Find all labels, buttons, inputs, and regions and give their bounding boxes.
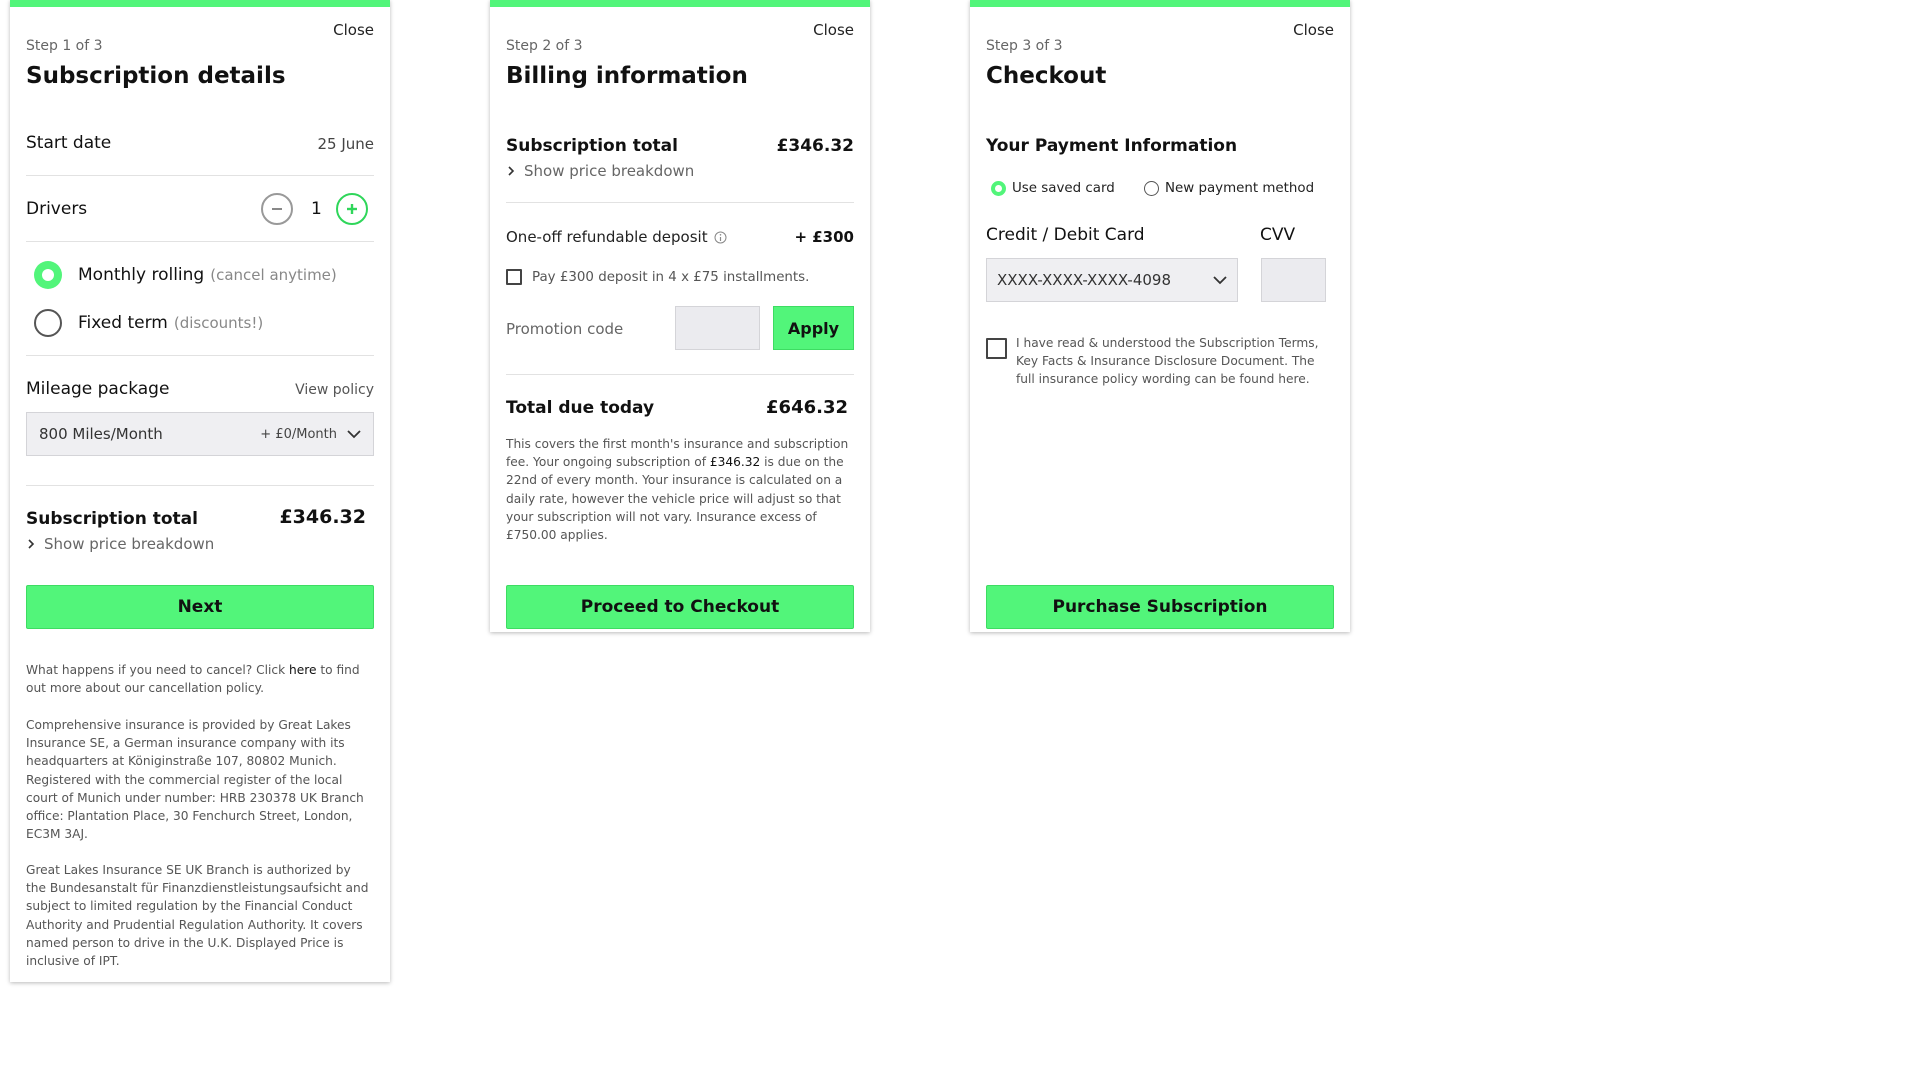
panel-title: Billing information — [506, 63, 748, 89]
price-breakdown-toggle[interactable]: Show price breakdown — [26, 535, 214, 553]
panel-accent-bar — [970, 0, 1350, 7]
close-button[interactable]: Close — [1293, 21, 1334, 39]
minus-icon — [272, 208, 282, 210]
drivers-count: 1 — [311, 199, 322, 219]
new-payment-method-option[interactable]: New payment method — [1144, 181, 1314, 196]
total-due-label: Total due today — [506, 398, 655, 418]
step-indicator: Step 2 of 3 — [506, 38, 583, 54]
radio-selected-icon[interactable] — [34, 261, 62, 289]
cancellation-link[interactable]: here — [289, 663, 316, 677]
radio-unselected-icon[interactable] — [1144, 181, 1159, 196]
subscription-total-label: Subscription total — [506, 136, 678, 156]
plan-option-note: (cancel anytime) — [210, 266, 337, 284]
proceed-to-checkout-button[interactable]: Proceed to Checkout — [506, 585, 854, 629]
card-label: Credit / Debit Card — [986, 225, 1145, 245]
mileage-price: + £0/Month — [260, 426, 337, 442]
chevron-right-icon — [508, 166, 515, 176]
panel-accent-bar — [490, 0, 870, 7]
cvv-label: CVV — [1260, 225, 1296, 245]
divider — [26, 241, 374, 242]
subscription-total-label: Subscription total — [26, 509, 198, 529]
price-breakdown-link: Show price breakdown — [44, 535, 215, 553]
card-value: XXXX-XXXX-XXXX-4098 — [997, 271, 1171, 289]
divider — [26, 175, 374, 176]
payment-info-heading: Your Payment Information — [986, 136, 1238, 156]
divider — [506, 202, 854, 203]
price-breakdown-toggle[interactable]: Show price breakdown — [506, 162, 694, 180]
drivers-label: Drivers — [26, 199, 88, 219]
deposit-row: One-off refundable deposit — [506, 228, 727, 246]
promo-code-input[interactable] — [675, 306, 760, 350]
view-policy-link[interactable]: View policy — [295, 382, 374, 398]
saved-card-label: Use saved card — [1012, 181, 1115, 196]
start-date-value[interactable]: 25 June — [317, 135, 374, 153]
step-indicator: Step 3 of 3 — [986, 38, 1063, 54]
new-method-label: New payment method — [1165, 181, 1315, 196]
chevron-right-icon — [28, 539, 35, 549]
promo-label: Promotion code — [506, 320, 624, 338]
installments-option[interactable]: Pay £300 deposit in 4 x £75 installments… — [506, 269, 809, 285]
decrease-drivers-button[interactable] — [261, 193, 293, 225]
info-icon[interactable] — [714, 231, 727, 244]
cvv-input[interactable] — [1261, 258, 1326, 302]
saved-card-select[interactable]: XXXX-XXXX-XXXX-4098 — [986, 258, 1238, 302]
price-breakdown-link: Show price breakdown — [524, 162, 695, 180]
terms-checkbox[interactable] — [986, 338, 1007, 359]
apply-button[interactable]: Apply — [773, 306, 854, 350]
billing-info-amount: £346.32 — [709, 455, 761, 470]
cancellation-info: What happens if you need to cancel? Clic… — [26, 661, 374, 697]
panel-title: Checkout — [986, 63, 1107, 89]
divider — [26, 485, 374, 486]
subscription-total-value: £346.32 — [776, 136, 854, 156]
plan-option-monthly[interactable]: Monthly rolling (cancel anytime) — [34, 261, 337, 289]
divider — [26, 355, 374, 356]
step-indicator: Step 1 of 3 — [26, 38, 103, 54]
use-saved-card-option[interactable]: Use saved card — [991, 181, 1115, 196]
mileage-select[interactable]: 800 Miles/Month + £0/Month — [26, 412, 374, 456]
cancellation-text: What happens if you need to cancel? Clic… — [26, 663, 290, 677]
plan-option-label: Monthly rolling — [78, 265, 205, 285]
mileage-value: 800 Miles/Month — [39, 425, 163, 443]
insurance-info: Comprehensive insurance is provided by G… — [26, 718, 364, 842]
subscription-details-panel: Close Step 1 of 3 Subscription details S… — [10, 0, 390, 982]
plus-icon — [347, 204, 357, 214]
checkout-panel: Close Step 3 of 3 Checkout Your Payment … — [970, 0, 1350, 632]
regulation-info: Great Lakes Insurance SE UK Branch is au… — [26, 863, 369, 969]
start-date-label: Start date — [26, 133, 112, 153]
chevron-down-icon — [1213, 276, 1227, 285]
plan-option-fixed[interactable]: Fixed term (discounts!) — [34, 309, 263, 337]
deposit-label: One-off refundable deposit — [506, 228, 708, 246]
total-due-value: £646.32 — [766, 397, 848, 418]
plan-option-note: (discounts!) — [173, 314, 264, 332]
close-button[interactable]: Close — [333, 21, 374, 39]
purchase-subscription-button[interactable]: Purchase Subscription — [986, 585, 1334, 629]
installments-label: Pay £300 deposit in 4 x £75 installments… — [532, 269, 810, 285]
billing-information-panel: Close Step 2 of 3 Billing information Su… — [490, 0, 870, 632]
terms-text: I have read & understood the Subscriptio… — [1016, 336, 1319, 387]
divider — [506, 374, 854, 375]
billing-info-text: This covers the first month's insurance … — [506, 435, 854, 544]
panel-title: Subscription details — [26, 63, 286, 89]
increase-drivers-button[interactable] — [336, 193, 368, 225]
installments-checkbox[interactable] — [506, 269, 522, 285]
plan-option-label: Fixed term — [78, 313, 168, 333]
radio-selected-icon[interactable] — [991, 181, 1006, 196]
chevron-down-icon — [347, 430, 361, 439]
radio-unselected-icon[interactable] — [34, 309, 62, 337]
panel-accent-bar — [10, 0, 390, 7]
close-button[interactable]: Close — [813, 21, 854, 39]
next-button[interactable]: Next — [26, 585, 374, 629]
mileage-label: Mileage package — [26, 379, 170, 399]
subscription-total-value: £346.32 — [279, 506, 366, 528]
deposit-value: + £300 — [794, 228, 854, 246]
